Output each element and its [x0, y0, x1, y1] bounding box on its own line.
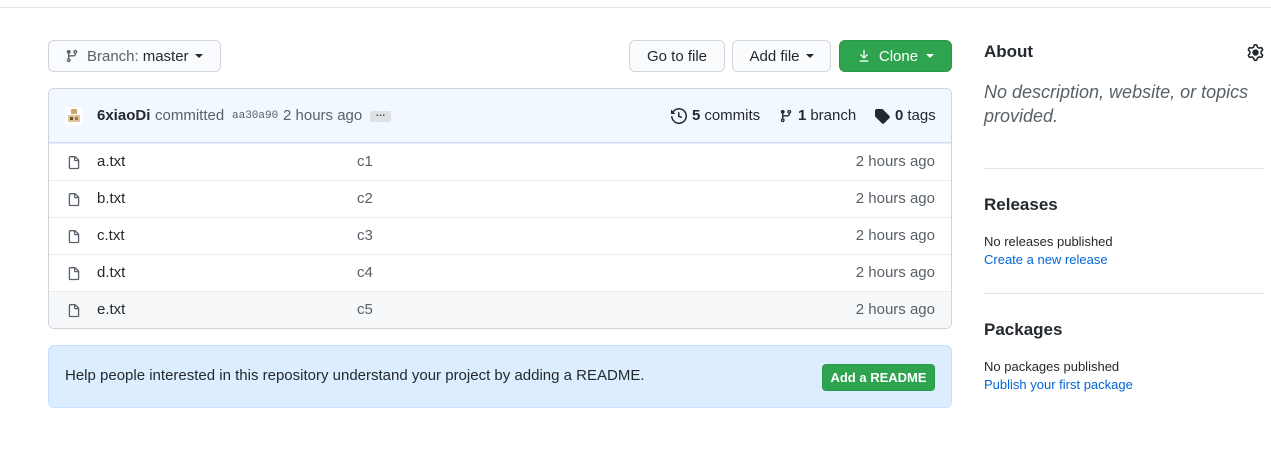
- file-row[interactable]: b.txt c2 2 hours ago: [49, 180, 951, 217]
- file-name[interactable]: c.txt: [97, 227, 125, 244]
- file-icon: [68, 193, 80, 207]
- about-description: No description, website, or topics provi…: [984, 82, 1249, 126]
- file-name[interactable]: d.txt: [97, 264, 125, 281]
- clone-label: Clone: [878, 47, 919, 65]
- commits-count: 5: [692, 107, 701, 124]
- caret-down-icon: [926, 54, 935, 58]
- file-name[interactable]: a.txt: [97, 153, 125, 170]
- add-file-button[interactable]: Add file: [732, 40, 831, 72]
- avatar[interactable]: [65, 107, 83, 125]
- commit-sha[interactable]: aa30a90: [232, 110, 278, 122]
- branch-select-button[interactable]: Branch: master: [48, 40, 221, 72]
- readme-prompt-text: Help people interested in this repositor…: [65, 367, 645, 384]
- tags-label: tags: [907, 107, 936, 124]
- file-commit-message[interactable]: c1: [357, 153, 373, 170]
- tags-link[interactable]: 0 tags: [874, 107, 936, 124]
- sidebar-divider: [984, 168, 1264, 169]
- add-readme-button[interactable]: Add a README: [822, 364, 935, 391]
- branch-count: 1: [798, 107, 807, 124]
- releases-empty-text: No releases published: [984, 234, 1113, 249]
- clone-button[interactable]: Clone: [839, 40, 952, 72]
- top-border: [0, 0, 1271, 8]
- branches-link[interactable]: 1 branch: [779, 107, 856, 124]
- commit-verb: committed: [155, 107, 225, 124]
- publish-package-link[interactable]: Publish your first package: [984, 377, 1133, 392]
- commits-label: commits: [704, 107, 761, 124]
- file-commit-message[interactable]: c2: [357, 190, 373, 207]
- file-row[interactable]: a.txt c1 2 hours ago: [49, 143, 951, 180]
- commit-author[interactable]: 6xiaoDi: [97, 107, 150, 124]
- history-icon: [671, 107, 687, 124]
- file-commit-message[interactable]: c4: [357, 264, 373, 281]
- sidebar-divider: [984, 293, 1264, 294]
- download-icon: [859, 49, 869, 62]
- commit-time: 2 hours ago: [283, 107, 363, 124]
- branch-name: master: [142, 47, 189, 65]
- packages-heading[interactable]: Packages: [984, 320, 1062, 340]
- file-age: 2 hours ago: [855, 264, 935, 281]
- create-release-link[interactable]: Create a new release: [984, 252, 1108, 267]
- go-to-file-button[interactable]: Go to file: [629, 40, 725, 72]
- git-branch-icon: [66, 49, 78, 63]
- file-commit-message[interactable]: c3: [357, 227, 373, 244]
- git-branch-icon: [780, 109, 792, 122]
- gear-icon[interactable]: [1247, 44, 1264, 61]
- caret-down-icon: [194, 54, 203, 58]
- readme-prompt: Help people interested in this repositor…: [48, 345, 952, 408]
- file-icon: [68, 304, 80, 318]
- file-age: 2 hours ago: [855, 153, 935, 170]
- releases-heading[interactable]: Releases: [984, 195, 1058, 215]
- commits-link[interactable]: 5 commits: [671, 107, 760, 124]
- about-heading: About: [984, 42, 1034, 61]
- file-age: 2 hours ago: [855, 301, 935, 318]
- branch-prefix: Branch:: [87, 47, 139, 65]
- file-icon: [68, 230, 80, 244]
- tag-icon: [875, 108, 890, 124]
- file-age: 2 hours ago: [855, 227, 935, 244]
- add-file-label: Add file: [749, 47, 800, 65]
- commit-expand-button[interactable]: …: [370, 109, 391, 122]
- caret-down-icon: [805, 54, 814, 58]
- file-name[interactable]: e.txt: [97, 301, 125, 318]
- file-row[interactable]: e.txt c5 2 hours ago: [49, 291, 951, 328]
- file-name[interactable]: b.txt: [97, 190, 125, 207]
- file-row[interactable]: c.txt c3 2 hours ago: [49, 217, 951, 254]
- latest-commit-bar: 6xiaoDi committed aa30a90 2 hours ago … …: [49, 89, 951, 143]
- file-icon: [68, 156, 80, 170]
- file-commit-message[interactable]: c5: [357, 301, 373, 318]
- file-age: 2 hours ago: [855, 190, 935, 207]
- go-to-file-label: Go to file: [646, 47, 708, 65]
- file-icon: [68, 267, 80, 281]
- file-row[interactable]: d.txt c4 2 hours ago: [49, 254, 951, 291]
- packages-empty-text: No packages published: [984, 359, 1120, 374]
- tags-count: 0: [895, 107, 904, 124]
- file-browser: 6xiaoDi committed aa30a90 2 hours ago … …: [48, 88, 952, 329]
- branch-label: branch: [810, 107, 857, 124]
